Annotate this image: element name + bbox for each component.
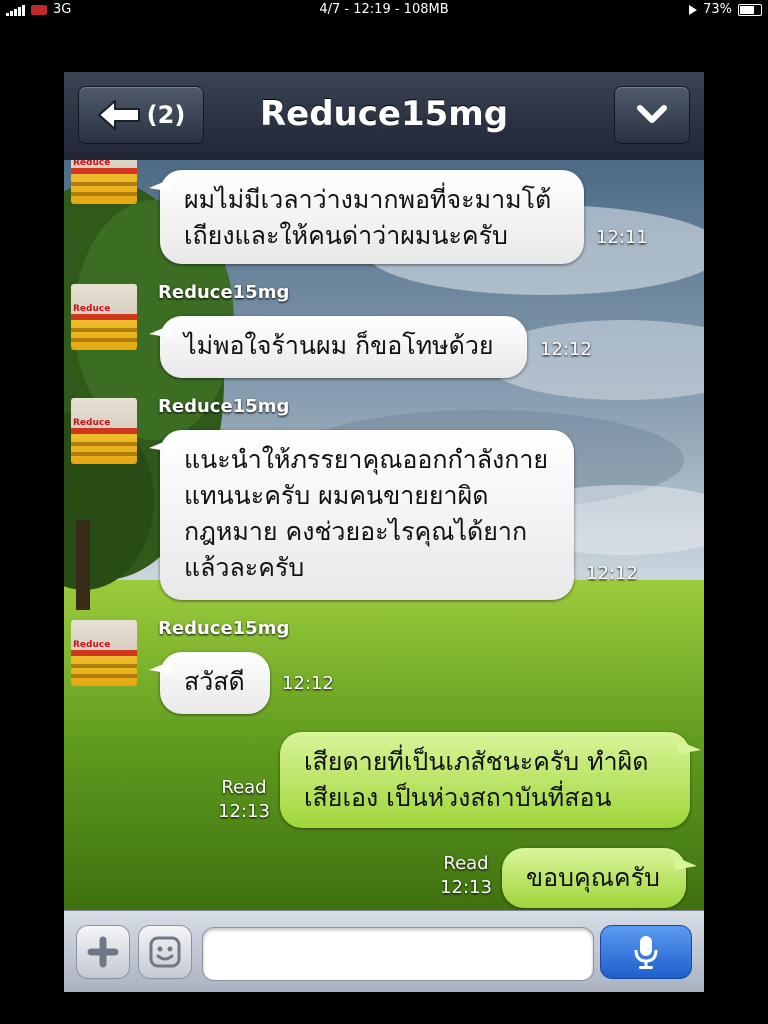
message-bubble[interactable]: ขอบคุณครับ xyxy=(502,848,686,908)
emoticon-icon xyxy=(149,936,181,968)
status-center-text: 4/7 - 12:19 - 108MB xyxy=(319,2,449,17)
message-text-line: เสียเอง เป็นห่วงสถาบันที่สอน xyxy=(304,783,612,812)
message-bubble[interactable]: ไม่พอใจร้านผม ก็ขอโทษด้วย xyxy=(160,316,527,378)
plus-icon xyxy=(87,936,119,968)
message-text-line: กฎหมาย คงช่วยอะไรคุณได้ยาก xyxy=(184,517,528,546)
chevron-down-icon xyxy=(637,105,667,123)
message-text-line: แล้วละครับ xyxy=(184,553,305,582)
chat-title: Reduce15mg xyxy=(259,94,509,134)
message-text-line: สวัสดี xyxy=(184,667,245,696)
message-time: 12:12 xyxy=(586,563,638,584)
message-text-line: แนะนำให้ภรรยาคุณออกกำลังกาย xyxy=(184,445,549,474)
avatar-label: Reduce xyxy=(73,640,111,650)
microphone-icon xyxy=(634,936,658,969)
message-text-line: เสียดายที่เป็นเภสัชนะครับ ทำผิด xyxy=(304,747,649,776)
read-label: Read xyxy=(443,853,489,874)
message-time: 12:11 xyxy=(596,227,648,248)
message-time: 12:12 xyxy=(282,673,334,694)
battery-percent: 73% xyxy=(703,2,732,17)
sender-name: Reduce15mg xyxy=(158,618,290,639)
message-text-line: ขอบคุณครับ xyxy=(526,863,660,892)
message-input[interactable] xyxy=(202,927,594,981)
message-time: 12:13 xyxy=(440,877,492,898)
avatar-label: Reduce xyxy=(73,304,111,314)
read-label: Read xyxy=(221,777,267,798)
status-right: 73% xyxy=(689,2,762,17)
message-text-line: เถียงและให้คนด่าว่าผมนะครับ xyxy=(184,221,508,250)
header-bar: (2) Reduce15mg xyxy=(64,72,704,161)
message-bubble[interactable]: เสียดายที่เป็นเภสัชนะครับ ทำผิด เสียเอง … xyxy=(280,732,690,828)
message-text-line: ไม่พอใจร้านผม ก็ขอโทษด้วย xyxy=(184,331,494,360)
avatar[interactable]: Reduce xyxy=(71,398,137,464)
message-text-line: แทนนะครับ ผมคนขายยาผิด xyxy=(184,481,489,510)
avatar[interactable]: Reduce xyxy=(71,284,137,350)
message-bubble[interactable]: สวัสดี xyxy=(160,652,270,714)
add-button[interactable] xyxy=(76,925,130,979)
avatar-label: Reduce xyxy=(73,418,111,428)
message-bubble[interactable]: ผมไม่มีเวลาว่างมากพอที่จะมามโต้ เถียงและ… xyxy=(160,170,584,264)
chat-area[interactable]: Reduce ผมไม่มีเวลาว่างมากพอที่จะมามโต้ เ… xyxy=(64,160,704,910)
battery-icon xyxy=(738,3,762,16)
message-time: 12:13 xyxy=(218,801,270,822)
emoticon-button[interactable] xyxy=(138,925,192,979)
sender-name: Reduce15mg xyxy=(158,396,290,417)
menu-button[interactable] xyxy=(614,86,690,144)
message-read-status: Read 12:13 xyxy=(436,852,496,900)
voice-button[interactable] xyxy=(600,925,692,979)
avatar-label: Reduce xyxy=(73,160,111,168)
status-bar: 3G 4/7 - 12:19 - 108MB 73% xyxy=(0,0,768,20)
sender-name: Reduce15mg xyxy=(158,282,290,303)
chat-app: (2) Reduce15mg Reduce ผมไม่มีเวลาว่างมาก… xyxy=(64,72,704,992)
avatar[interactable]: Reduce xyxy=(71,160,137,204)
message-read-status: Read 12:13 xyxy=(214,776,274,824)
play-icon xyxy=(689,4,698,15)
input-bar xyxy=(64,910,704,992)
avatar[interactable]: Reduce xyxy=(71,620,137,686)
message-text-line: ผมไม่มีเวลาว่างมากพอที่จะมามโต้ xyxy=(184,185,552,214)
message-time: 12:12 xyxy=(540,339,592,360)
message-bubble[interactable]: แนะนำให้ภรรยาคุณออกกำลังกาย แทนนะครับ ผม… xyxy=(160,430,574,600)
